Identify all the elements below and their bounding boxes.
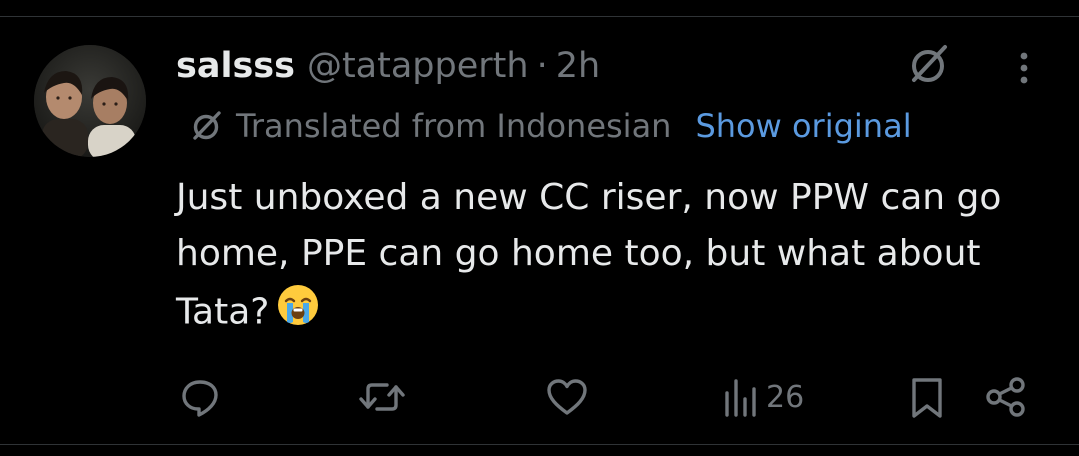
views-count: 26: [766, 379, 805, 415]
timestamp[interactable]: 2h: [556, 46, 600, 86]
show-original-link[interactable]: Show original: [695, 107, 911, 145]
like-button[interactable]: [544, 372, 590, 422]
retweet-icon: [359, 383, 405, 411]
display-name[interactable]: salsss: [176, 46, 295, 86]
bottom-divider: [0, 444, 1079, 445]
grok-icon: [912, 45, 947, 82]
views-button[interactable]: 26: [722, 372, 804, 422]
more-button[interactable]: [1004, 44, 1044, 92]
retweet-button[interactable]: [357, 372, 407, 422]
avatar[interactable]: [34, 45, 146, 157]
loudly-crying-face-icon: [275, 282, 321, 345]
bookmark-button[interactable]: [907, 372, 947, 422]
grok-button[interactable]: [901, 38, 955, 92]
user-handle[interactable]: @tatapperth: [307, 46, 529, 86]
reply-icon: [182, 380, 218, 417]
views-icon: [725, 379, 756, 417]
separator-dot: ·: [536, 46, 548, 86]
translated-label: Translated from Indonesian: [236, 107, 672, 145]
avatar-image: [34, 45, 146, 157]
top-divider: [0, 16, 1079, 17]
tweet-body: Just unboxed a new CC riser, now PPW can…: [176, 170, 1036, 345]
heart-icon: [547, 379, 587, 415]
grok-icon: [188, 108, 224, 144]
tweet-header: salsss @tatapperth · 2h: [176, 43, 600, 89]
share-button[interactable]: [984, 372, 1028, 422]
share-icon: [986, 377, 1025, 417]
translation-notice: Translated from Indonesian Show original: [188, 104, 912, 148]
more-icon: [1020, 52, 1028, 84]
bookmark-icon: [912, 378, 942, 418]
reply-button[interactable]: [178, 372, 222, 422]
